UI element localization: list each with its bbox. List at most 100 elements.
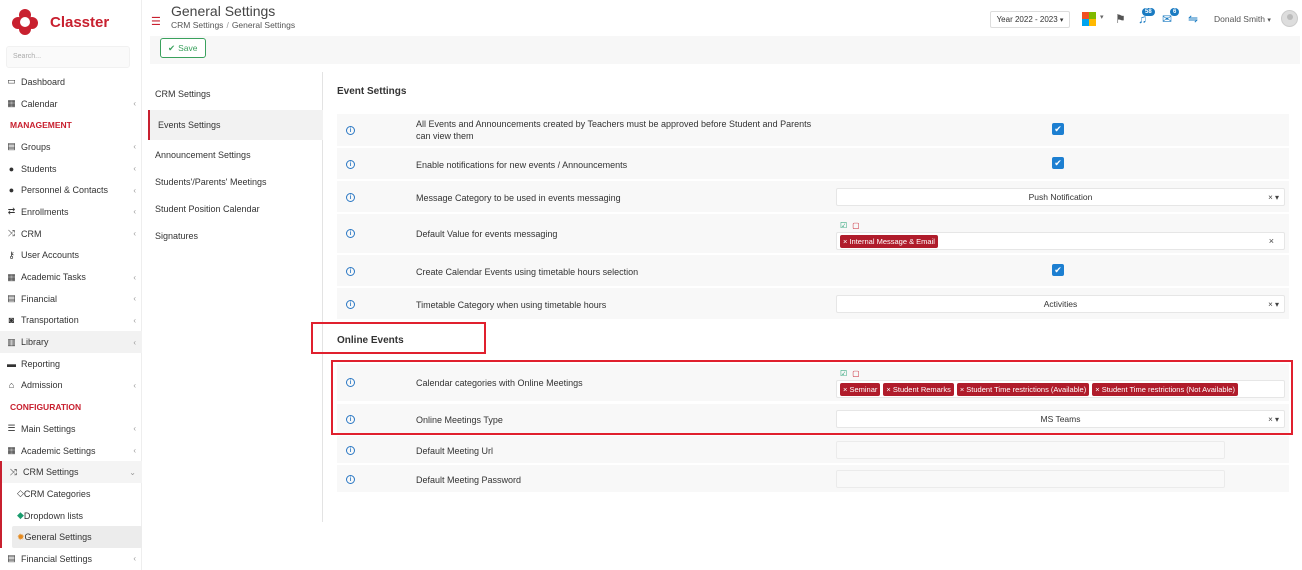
timetable-events-checkbox[interactable]: ✔ [1052, 264, 1064, 276]
chevron-left-icon: ‹ [133, 272, 136, 282]
sidebar-item-students[interactable]: ● Students ‹ [0, 158, 142, 180]
tag-chip[interactable]: × Internal Message & Email [840, 235, 938, 248]
default-messaging-tags[interactable]: × Internal Message & Email × [836, 232, 1285, 250]
toolbar: ✔ Save [150, 36, 1300, 64]
section-title-online-events: Online Events [337, 335, 404, 346]
user-menu[interactable]: Donald Smith ▾ [1214, 14, 1271, 24]
sidebar-item-library[interactable]: ▥ Library ‹ [0, 331, 142, 353]
settings-menu-announcement-settings[interactable]: Announcement Settings [148, 141, 323, 169]
settings-menu-crm-settings[interactable]: CRM Settings [148, 80, 323, 108]
deselect-all-icon[interactable]: ▢ [852, 221, 860, 230]
chevron-left-icon: ‹ [133, 164, 136, 174]
avatar[interactable] [1281, 10, 1298, 27]
financial-icon: ▤ [7, 553, 16, 564]
setting-row: i Default Value for events messaging ☑ ▢… [337, 214, 1289, 254]
chevron-left-icon: ‹ [133, 294, 136, 304]
default-meeting-password-input[interactable] [836, 470, 1225, 488]
app-name: Classter [50, 13, 110, 31]
sidebar-item-dropdown-lists[interactable]: ◆ Dropdown lists [0, 504, 142, 527]
settings-menu-meetings[interactable]: Students'/Parents' Meetings [148, 168, 323, 196]
admission-icon: ⌂ [8, 380, 15, 391]
sidebar-item-calendar[interactable]: ▦ Calendar ‹ [0, 93, 142, 115]
key-icon: ⚷ [8, 249, 15, 260]
info-icon[interactable]: i [346, 193, 355, 202]
message-category-select[interactable]: Push Notification × ▾ [836, 188, 1285, 206]
sidebar-item-user-accounts[interactable]: ⚷ User Accounts [0, 245, 142, 267]
setting-row: i Create Calendar Events using timetable… [337, 255, 1289, 287]
chevron-left-icon: ‹ [133, 99, 136, 109]
approval-required-checkbox[interactable]: ✔ [1052, 123, 1064, 135]
chevron-left-icon: ‹ [133, 207, 136, 217]
settings-icon: ☰ [7, 423, 16, 434]
check-icon: ✔ [168, 42, 176, 53]
crm-icon: ⤨ [9, 466, 18, 477]
exchange-icon[interactable]: ⇋ [1188, 12, 1198, 26]
save-button[interactable]: ✔ Save [160, 38, 206, 58]
clear-icon[interactable]: × [1269, 236, 1274, 246]
sidebar-item-financial[interactable]: ▤ Financial ‹ [0, 288, 142, 310]
app-logo[interactable]: Classter [12, 8, 109, 36]
settings-menu-events-settings[interactable]: Events Settings [148, 110, 323, 140]
info-icon[interactable]: i [346, 475, 355, 484]
setting-row: i Message Category to be used in events … [337, 181, 1289, 213]
chevron-left-icon: ‹ [133, 185, 136, 195]
setting-row: i Timetable Category when using timetabl… [337, 288, 1289, 320]
sidebar-item-groups[interactable]: ▤ Groups ‹ [0, 136, 142, 158]
info-icon[interactable]: i [346, 267, 355, 276]
section-title-event-settings: Event Settings [337, 86, 407, 97]
sidebar-search-input[interactable]: Search... [6, 46, 130, 68]
groups-icon: ▤ [7, 141, 16, 152]
timetable-category-select[interactable]: Activities × ▾ [836, 295, 1285, 313]
sidebar-item-crm-settings[interactable]: ⤨ CRM Settings ⌄ [0, 461, 142, 484]
chevron-left-icon: ‹ [133, 554, 136, 564]
printer-icon: ▬ [7, 358, 16, 369]
chevron-left-icon: ‹ [133, 424, 136, 434]
clear-caret-icon[interactable]: × ▾ [1268, 300, 1279, 309]
clear-caret-icon[interactable]: × ▾ [1268, 193, 1279, 202]
info-icon[interactable]: i [346, 300, 355, 309]
hamburger-menu-icon[interactable]: ☰ [151, 15, 161, 28]
sidebar-item-reporting[interactable]: ▬ Reporting [0, 353, 142, 375]
year-selector[interactable]: Year 2022 - 2023 ▾ [990, 11, 1070, 28]
students-icon: ● [8, 163, 15, 174]
enable-notifications-checkbox[interactable]: ✔ [1052, 157, 1064, 169]
info-icon[interactable]: i [346, 160, 355, 169]
sidebar-item-personnel[interactable]: ● Personnel & Contacts ‹ [0, 179, 142, 201]
setting-row: i Default Meeting Password [337, 465, 1289, 493]
caret-down-icon: ▾ [1267, 17, 1271, 24]
monitor-icon: ▭ [7, 76, 16, 87]
sidebar-item-academic-tasks[interactable]: ▦ Academic Tasks ‹ [0, 266, 142, 288]
sidebar-item-crm[interactable]: ⤨ CRM ‹ [0, 223, 142, 245]
info-icon[interactable]: i [346, 126, 355, 135]
caret-down-icon[interactable]: ▾ [1100, 13, 1104, 21]
sidebar-item-transportation[interactable]: ◙ Transportation ‹ [0, 310, 142, 332]
info-icon[interactable]: i [346, 446, 355, 455]
sidebar-item-dashboard[interactable]: ▭ Dashboard [0, 71, 142, 93]
settings-menu-student-position-calendar[interactable]: Student Position Calendar [148, 195, 323, 223]
breadcrumb-crm-settings[interactable]: CRM Settings [171, 20, 223, 30]
tags-icon: ◇ [17, 488, 24, 499]
sidebar-item-admission[interactable]: ⌂ Admission ‹ [0, 375, 142, 397]
chevron-left-icon: ‹ [133, 229, 136, 239]
microsoft-apps-icon[interactable] [1082, 12, 1096, 26]
sidebar-item-financial-settings[interactable]: ▤ Financial Settings ‹ [0, 548, 142, 570]
notifications-badge: 58 [1142, 8, 1155, 16]
select-all-icon[interactable]: ☑ [840, 221, 847, 230]
layers-icon: ◆ [17, 510, 24, 521]
sidebar-item-general-settings[interactable]: ✹ General Settings [12, 526, 142, 549]
flag-icon[interactable]: ⚑ [1115, 12, 1126, 26]
chevron-down-icon: ⌄ [129, 467, 136, 477]
setting-row: i All Events and Announcements created b… [337, 114, 1289, 147]
info-icon[interactable]: i [346, 229, 355, 238]
setting-row: i Default Meeting Url [337, 436, 1289, 464]
chevron-left-icon: ‹ [133, 446, 136, 456]
settings-menu-signatures[interactable]: Signatures [148, 222, 323, 250]
crm-icon: ⤨ [7, 228, 16, 239]
sidebar-item-main-settings[interactable]: ☰ Main Settings ‹ [0, 418, 142, 440]
personnel-icon: ● [8, 185, 15, 196]
sidebar-item-crm-categories[interactable]: ◇ CRM Categories [0, 483, 142, 505]
sidebar-item-enrollments[interactable]: ⇄ Enrollments ‹ [0, 201, 142, 223]
sidebar-item-academic-settings[interactable]: ▦ Academic Settings ‹ [0, 440, 142, 462]
calendar-icon: ▦ [7, 98, 16, 109]
default-meeting-url-input[interactable] [836, 441, 1225, 459]
